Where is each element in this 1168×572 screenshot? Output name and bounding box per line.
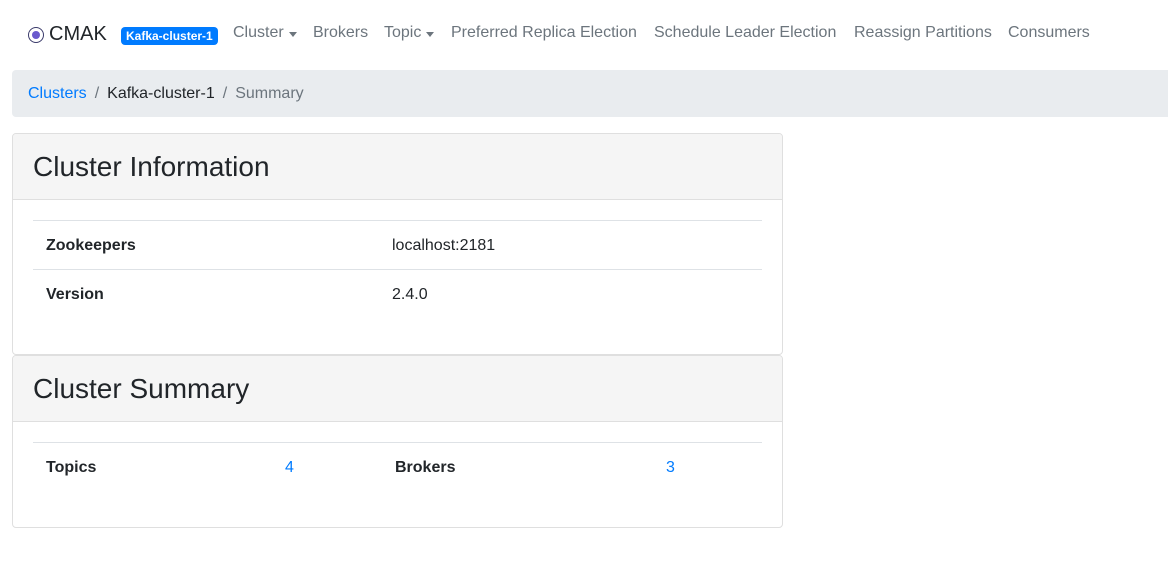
nav-preferred-replica-election[interactable]: Preferred Replica Election (451, 22, 637, 44)
table-divider (33, 269, 762, 270)
topics-label: Topics (46, 459, 97, 476)
brokers-count-link[interactable]: 3 (666, 458, 675, 478)
nav-consumers[interactable]: Consumers (1008, 22, 1090, 44)
nav-cluster-label: Cluster (233, 24, 284, 41)
chevron-down-icon (426, 31, 435, 37)
topics-count-link[interactable]: 4 (285, 458, 294, 478)
breadcrumb: Clusters / Kafka-cluster-1 / Summary (12, 70, 1168, 117)
cluster-summary-body: Topics 4 Brokers 3 (13, 422, 782, 527)
nav-cluster-dropdown[interactable]: Cluster (233, 22, 297, 44)
zookeepers-label: Zookeepers (46, 237, 136, 254)
breadcrumb-separator: / (222, 84, 228, 102)
nav-topic-label: Topic (384, 24, 422, 41)
version-label: Version (46, 286, 104, 303)
cluster-summary-card: Cluster Summary Topics 4 Brokers 3 (12, 355, 783, 528)
table-divider (33, 442, 762, 443)
brand-link[interactable]: CMAK (28, 20, 107, 48)
breadcrumb-cluster-name: Kafka-cluster-1 (107, 84, 215, 102)
nav-topic-dropdown[interactable]: Topic (384, 22, 435, 44)
brokers-label: Brokers (395, 459, 456, 476)
breadcrumb-current: Summary (235, 84, 304, 102)
nav-schedule-leader-election[interactable]: Schedule Leader Election (654, 22, 836, 44)
nav-brokers[interactable]: Brokers (313, 22, 368, 44)
cluster-summary-title: Cluster Summary (33, 372, 250, 404)
cluster-summary-header: Cluster Summary (13, 356, 782, 422)
top-navbar: CMAK Kafka-cluster-1 Cluster Brokers Top… (0, 0, 1168, 68)
nav-reassign-partitions[interactable]: Reassign Partitions (854, 22, 992, 44)
chevron-down-icon (288, 31, 297, 37)
target-icon (28, 27, 44, 43)
table-divider (33, 220, 762, 221)
version-value: 2.4.0 (392, 286, 428, 303)
cluster-information-title: Cluster Information (33, 150, 270, 182)
cluster-information-body: Zookeepers localhost:2181 Version 2.4.0 (13, 200, 782, 354)
zookeepers-value: localhost:2181 (392, 237, 496, 254)
breadcrumb-clusters-link[interactable]: Clusters (28, 85, 87, 103)
cluster-badge: Kafka-cluster-1 (121, 27, 218, 45)
brand-name: CMAK (49, 22, 107, 45)
breadcrumb-separator: / (94, 84, 100, 102)
cluster-information-card: Cluster Information Zookeepers localhost… (12, 133, 783, 355)
cluster-information-header: Cluster Information (13, 134, 782, 200)
